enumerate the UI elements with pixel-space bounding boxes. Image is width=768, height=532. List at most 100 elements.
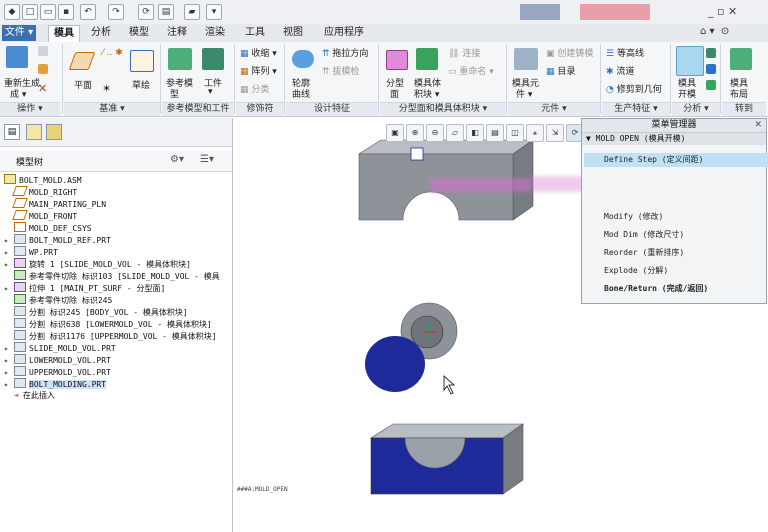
tree-item[interactable]: MOLD_DEF_CSYS [14,222,92,234]
workpiece-label-2[interactable]: ▾ [208,87,213,97]
analysis-small-icon-3[interactable] [706,80,716,90]
plane-icon[interactable] [68,52,96,70]
tab-file[interactable]: 文件 ▾ [2,25,36,41]
open-file-icon[interactable]: ▭ [40,4,56,20]
tree-item[interactable]: 参考零件切除 标识245 [14,294,112,306]
menu-item-done-return[interactable]: Bone/Return (完成/返回) [604,283,708,294]
parting-label-2[interactable]: 面 [390,87,399,100]
regenerate-label-2[interactable]: 成 ▾ [10,87,26,100]
axis-icon[interactable]: ⁄ ‥ ✱ [102,48,123,58]
view-manager-icon[interactable]: ◫ [506,124,524,142]
array-button[interactable]: ▦ 阵列 ▾ [240,64,277,77]
csys-icon[interactable]: ✶ [102,82,111,95]
runner-button[interactable]: ✱ 流道 [606,64,634,77]
create-cast-button[interactable]: ▣ 创建铸模 [546,46,593,59]
tab-tools[interactable]: 工具 [240,25,270,41]
copy-icon[interactable] [38,46,48,56]
expand-arrow-icon[interactable]: ▸ [4,260,14,269]
tree-item[interactable]: 分割 标识245 [BODY_VOL - 模具体积块] [14,306,188,318]
contour-curve-icon[interactable] [292,50,314,68]
tree-filter-icon[interactable]: ☰▾ [200,154,214,165]
mold-volume-icon[interactable] [416,48,438,70]
tree-item[interactable]: ▸ SLIDE_MOLD_VOL.PRT [4,342,116,354]
lower-mold-part[interactable] [369,423,524,495]
tab-render[interactable]: 渲染 [200,25,230,41]
tab-analysis[interactable]: 分析 [86,25,116,41]
workpiece-icon[interactable] [202,48,224,70]
favorites-tab-icon[interactable] [46,124,62,140]
mold-layout-label-2[interactable]: 布局 [730,87,748,100]
tree-item-root[interactable]: BOLT_MOLD.ASM [4,174,82,186]
menu-item-define-step[interactable]: Define Step (定义间距) [584,153,768,167]
tree-item[interactable]: ▸ UPPERMOLD_VOL.PRT [4,366,111,378]
sketch-label[interactable]: 草绘 [132,78,150,91]
help-icons[interactable]: ⌂ ▾ ⊙ [700,26,760,37]
tree-item[interactable]: ▸ 拉伸 1 [MAIN_PT_SURF - 分型面] [4,282,165,294]
window-controls[interactable]: _ ▫ ✕ [708,5,737,18]
folder-icon[interactable]: ▰ [184,4,200,20]
delete-icon[interactable]: ✕ [38,82,47,95]
catalog-button[interactable]: ▦ 目录 [546,64,575,77]
tree-item[interactable]: MOLD_FRONT [12,210,77,222]
reference-model-icon[interactable] [168,48,192,70]
insert-here[interactable]: ➜ 在此插入 [14,390,55,402]
parting-surface-icon[interactable] [386,50,408,70]
datum-display-icon[interactable]: ⚹ [526,124,544,142]
regenerate-icon[interactable] [6,46,28,68]
expand-arrow-icon[interactable]: ▸ [4,248,14,257]
regenerate-small-icon[interactable]: ⟳ [138,4,154,20]
more-icon[interactable]: ▾ [206,4,222,20]
expand-arrow-icon[interactable]: ▸ [4,356,14,365]
analysis-small-icon-2[interactable] [706,64,716,74]
trim-geometry-button[interactable]: ◔ 修剪到几何 [606,82,662,95]
mold-open-submenu[interactable]: ▼ MOLD OPEN (模具开模) [582,133,766,145]
mold-layout-icon[interactable] [730,48,752,70]
tree-item-selected[interactable]: ▸ BOLT_MOLDING.PRT [4,378,107,390]
connect-button[interactable]: ⛓ 连接 [448,46,480,59]
undo-icon[interactable]: ↶ [80,4,96,20]
workpiece-label[interactable]: 工件 [204,76,222,89]
tree-item[interactable]: ▸ 旋转 1 [SLIDE_MOLD_VOL - 模具体积块] [4,258,191,270]
split-button[interactable]: ▦ 分类 [240,82,269,95]
shrink-button[interactable]: ▦ 收缩 ▾ [240,46,277,59]
menu-item-reorder[interactable]: Reorder (重新排序) [604,247,684,258]
menu-item-mod-dim[interactable]: Mod Dim (修改尺寸) [604,229,684,240]
tree-item[interactable]: MAIN_PARTING_PLN [12,198,106,210]
paste-icon[interactable] [38,64,48,74]
tree-settings-icon[interactable]: ⚙▾ [170,154,184,165]
tree-item[interactable]: ▸ BOLT_MOLD_REF.PRT [4,234,111,246]
tab-mold[interactable]: 模具 [48,25,80,42]
tab-view[interactable]: 视图 [278,25,308,41]
display-style-icon[interactable]: ◧ [466,124,484,142]
new-file-icon[interactable]: □ [22,4,38,20]
expand-arrow-icon[interactable]: ▸ [4,380,14,389]
contour-line-button[interactable]: ☰ 等高线 [606,46,644,59]
contour-label-2[interactable]: 曲线 [292,87,310,100]
zoom-in-icon[interactable]: ⊕ [406,124,424,142]
tab-applications[interactable]: 应用程序 [318,25,370,41]
draft-check-button[interactable]: ⇈ 拔模检 [322,64,359,77]
tree-item[interactable]: 分割 标识1176 [UPPERMOLD_VOL - 模具体积块] [14,330,217,342]
app-logo-icon[interactable]: ◆ [4,4,20,20]
expand-arrow-icon[interactable]: ▸ [4,368,14,377]
close-icon[interactable]: ✕ [754,119,762,132]
zoom-out-icon[interactable]: ⊖ [426,124,444,142]
window-icon[interactable]: ▤ [158,4,174,20]
tab-model[interactable]: 模型 [124,25,154,41]
reference-model-label-2[interactable]: 型 [170,87,179,100]
mold-open-icon[interactable] [676,46,704,76]
model-tree-tab-icon[interactable]: ▤ [4,124,20,140]
annotation-display-icon[interactable]: ⇲ [546,124,564,142]
saved-views-icon[interactable]: ▤ [486,124,504,142]
mold-volume-label-2[interactable]: 积块 ▾ [414,87,439,100]
mold-open-label-2[interactable]: 开模 [678,87,696,100]
tree-item[interactable]: MOLD_RIGHT [12,186,77,198]
plane-label[interactable]: 平面 [74,78,92,91]
expand-arrow-icon[interactable]: ▸ [4,344,14,353]
redo-icon[interactable]: ↷ [108,4,124,20]
menu-item-modify[interactable]: Modify (修改) [604,211,663,222]
tab-annotate[interactable]: 注释 [162,25,192,41]
draft-direction-button[interactable]: ⇈ 拖拉方向 [322,46,368,59]
menu-item-explode[interactable]: Explode (分解) [604,265,668,276]
refit-icon[interactable]: ▣ [386,124,404,142]
